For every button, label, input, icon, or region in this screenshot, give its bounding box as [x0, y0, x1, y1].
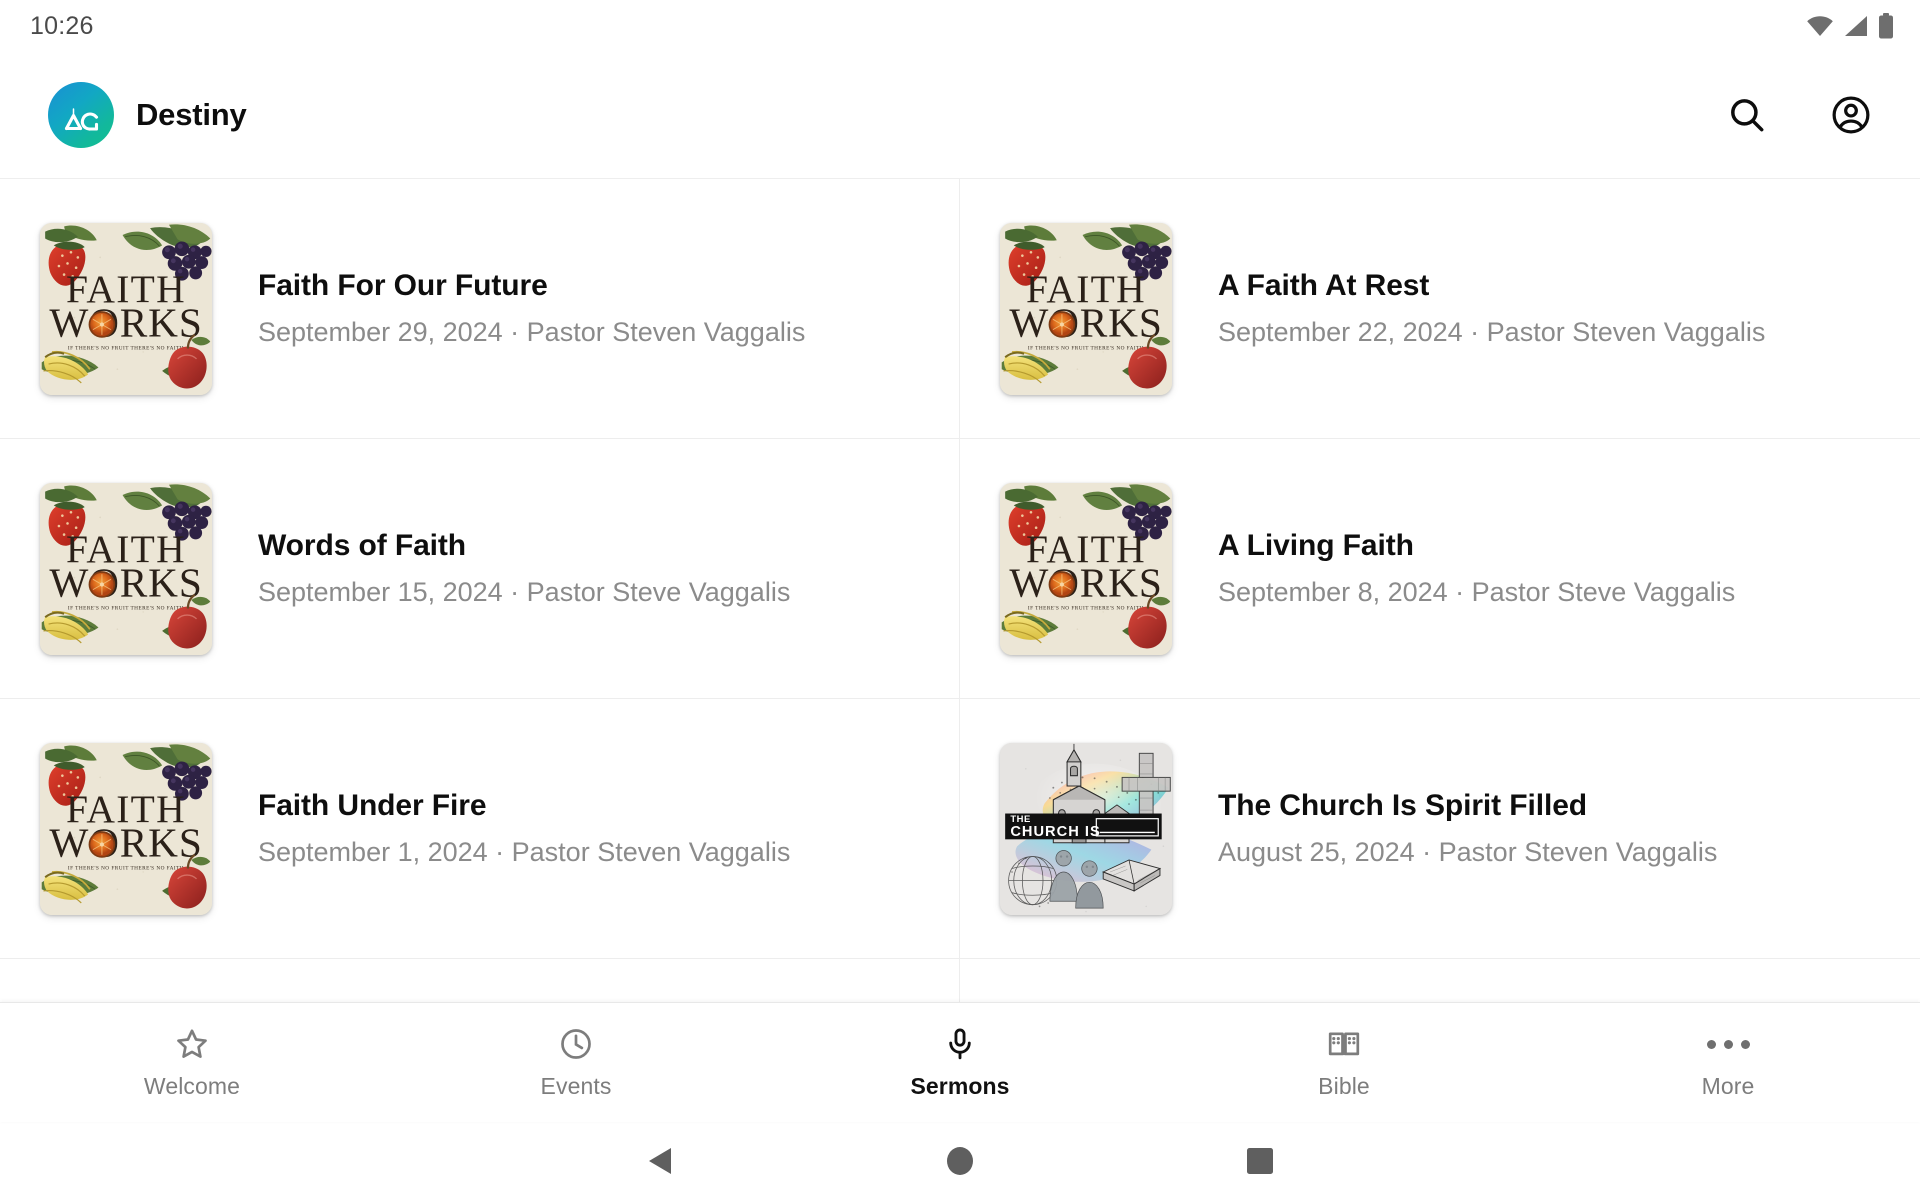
nav-label-events: Events: [540, 1073, 612, 1099]
brand: Destiny: [48, 82, 247, 148]
nav-item-bible[interactable]: Bible: [1152, 1003, 1536, 1122]
search-button[interactable]: [1710, 78, 1784, 152]
svg-text:WORKS: WORKS: [49, 559, 202, 605]
search-icon: [1726, 94, 1768, 136]
sermon-title: Words of Faith: [258, 528, 467, 562]
destiny-church-logo-icon: [48, 82, 114, 148]
sermon-title: A Faith At Rest: [1218, 268, 1430, 302]
cellular-signal-icon: [1843, 15, 1869, 37]
svg-text:IF THERE'S NO FRUIT THERE'S NO: IF THERE'S NO FRUIT THERE'S NO FAITH: [68, 865, 184, 871]
sermon-meta: September 22, 2024 · Pastor Steven Vagga…: [1218, 317, 1766, 348]
triangle-back-icon: [645, 1145, 675, 1177]
status-clock: 10:26: [30, 11, 94, 40]
sermon-item-5[interactable]: FAITH WORKS IF THERE'S NO FRUIT THERE'S …: [0, 699, 960, 959]
battery-icon: [1878, 13, 1894, 39]
sermon-title: A Living Faith: [1218, 528, 1414, 562]
sermon-title: Faith Under Fire: [258, 788, 487, 822]
svg-text:WORKS: WORKS: [49, 819, 202, 865]
svg-text:WORKS: WORKS: [1009, 299, 1162, 345]
nav-item-welcome[interactable]: Welcome: [0, 1003, 384, 1122]
sermon-meta: August 25, 2024 · Pastor Steven Vaggalis: [1218, 837, 1718, 868]
sermon-text: Faith Under Fire September 1, 2024 · Pas…: [258, 789, 790, 869]
account-circle-icon: [1829, 93, 1873, 137]
app-bar-actions: [1710, 78, 1888, 152]
sermon-artwork-faith-works: FAITH WORKS IF THERE'S NO FRUIT THERE'S …: [1000, 482, 1172, 655]
sermon-artwork-faith-works: FAITH WORKS IF THERE'S NO FRUIT THERE'S …: [40, 222, 212, 395]
svg-text:WORKS: WORKS: [1009, 559, 1162, 605]
nav-label-sermons: Sermons: [910, 1073, 1010, 1099]
app-bar: Destiny: [0, 52, 1920, 178]
svg-text:CHURCH IS: CHURCH IS: [1010, 823, 1100, 839]
nav-label-welcome: Welcome: [143, 1073, 241, 1099]
sermon-item-2[interactable]: FAITH WORKS IF THERE'S NO FRUIT THERE'S …: [960, 179, 1920, 439]
sermon-meta: September 1, 2024 · Pastor Steven Vaggal…: [258, 837, 791, 868]
sermon-meta: September 29, 2024 · Pastor Steven Vagga…: [258, 317, 806, 348]
microphone-icon: [942, 1025, 978, 1063]
sermon-item-3[interactable]: FAITH WORKS IF THERE'S NO FRUIT THERE'S …: [0, 439, 960, 699]
svg-text:WORKS: WORKS: [49, 299, 202, 345]
sermon-text: Faith For Our Future September 29, 2024 …: [258, 269, 805, 349]
clock-outline-icon: [558, 1025, 594, 1063]
sermon-title: Faith For Our Future: [258, 268, 548, 302]
sermon-meta: September 15, 2024 · Pastor Steve Vaggal…: [258, 577, 791, 608]
square-recents-icon: [1245, 1146, 1275, 1176]
nav-item-more[interactable]: More: [1536, 1003, 1920, 1122]
sermon-artwork-the-church-is: THE CHURCH IS: [1000, 742, 1172, 915]
nav-item-sermons[interactable]: Sermons: [768, 1003, 1152, 1122]
sermon-item-4[interactable]: FAITH WORKS IF THERE'S NO FRUIT THERE'S …: [960, 439, 1920, 699]
system-home-button[interactable]: [810, 1122, 1110, 1200]
nav-label-more: More: [1701, 1073, 1755, 1099]
android-system-navigation: [0, 1122, 1920, 1200]
svg-text:IF THERE'S NO FRUIT THERE'S NO: IF THERE'S NO FRUIT THERE'S NO FAITH: [68, 605, 184, 611]
nav-item-events[interactable]: Events: [384, 1003, 768, 1122]
sermon-item-partial[interactable]: [960, 959, 1920, 1002]
sermon-title: The Church Is Spirit Filled: [1218, 788, 1588, 822]
svg-text:IF THERE'S NO FRUIT THERE'S NO: IF THERE'S NO FRUIT THERE'S NO FAITH: [68, 345, 184, 351]
sermon-text: A Faith At Rest September 22, 2024 · Pas…: [1218, 269, 1765, 349]
sermon-item-partial[interactable]: [0, 959, 960, 1002]
svg-text:IF THERE'S NO FRUIT THERE'S NO: IF THERE'S NO FRUIT THERE'S NO FAITH: [1028, 605, 1144, 611]
bottom-navigation-bar: Welcome Events Sermons Bible More: [0, 1002, 1920, 1122]
sermon-artwork-faith-works: FAITH WORKS IF THERE'S NO FRUIT THERE'S …: [40, 742, 212, 915]
sermon-list[interactable]: FAITH WORKS IF THERE'S NO FRUIT THERE'S …: [0, 178, 1920, 1002]
star-outline-icon: [174, 1025, 210, 1063]
sermon-text: The Church Is Spirit Filled August 25, 2…: [1218, 789, 1717, 869]
sermon-item-1[interactable]: FAITH WORKS IF THERE'S NO FRUIT THERE'S …: [0, 179, 960, 439]
sermon-artwork-faith-works: FAITH WORKS IF THERE'S NO FRUIT THERE'S …: [1000, 222, 1172, 395]
ellipsis-icon: [1706, 1025, 1750, 1063]
system-recents-button[interactable]: [1110, 1122, 1410, 1200]
account-button[interactable]: [1814, 78, 1888, 152]
wifi-icon: [1806, 15, 1834, 37]
system-back-button[interactable]: [510, 1122, 810, 1200]
sermon-text: Words of Faith September 15, 2024 · Past…: [258, 529, 790, 609]
status-bar: 10:26: [0, 0, 1920, 52]
open-book-icon: [1326, 1025, 1362, 1063]
page-title: Destiny: [136, 97, 247, 132]
circle-home-icon: [944, 1145, 976, 1177]
svg-text:IF THERE'S NO FRUIT THERE'S NO: IF THERE'S NO FRUIT THERE'S NO FAITH: [1028, 345, 1144, 351]
sermon-item-6[interactable]: THE CHURCH IS The Church Is Spirit Fille…: [960, 699, 1920, 959]
sermon-text: A Living Faith September 8, 2024 · Pasto…: [1218, 529, 1735, 609]
nav-label-bible: Bible: [1318, 1073, 1370, 1099]
status-bar-icons: [1806, 13, 1894, 39]
app-screen: 10:26 Destiny FAITH WORKS IF THERE'S NO …: [0, 0, 1920, 1200]
sermon-meta: September 8, 2024 · Pastor Steve Vaggali…: [1218, 577, 1736, 608]
sermon-artwork-faith-works: FAITH WORKS IF THERE'S NO FRUIT THERE'S …: [40, 482, 212, 655]
